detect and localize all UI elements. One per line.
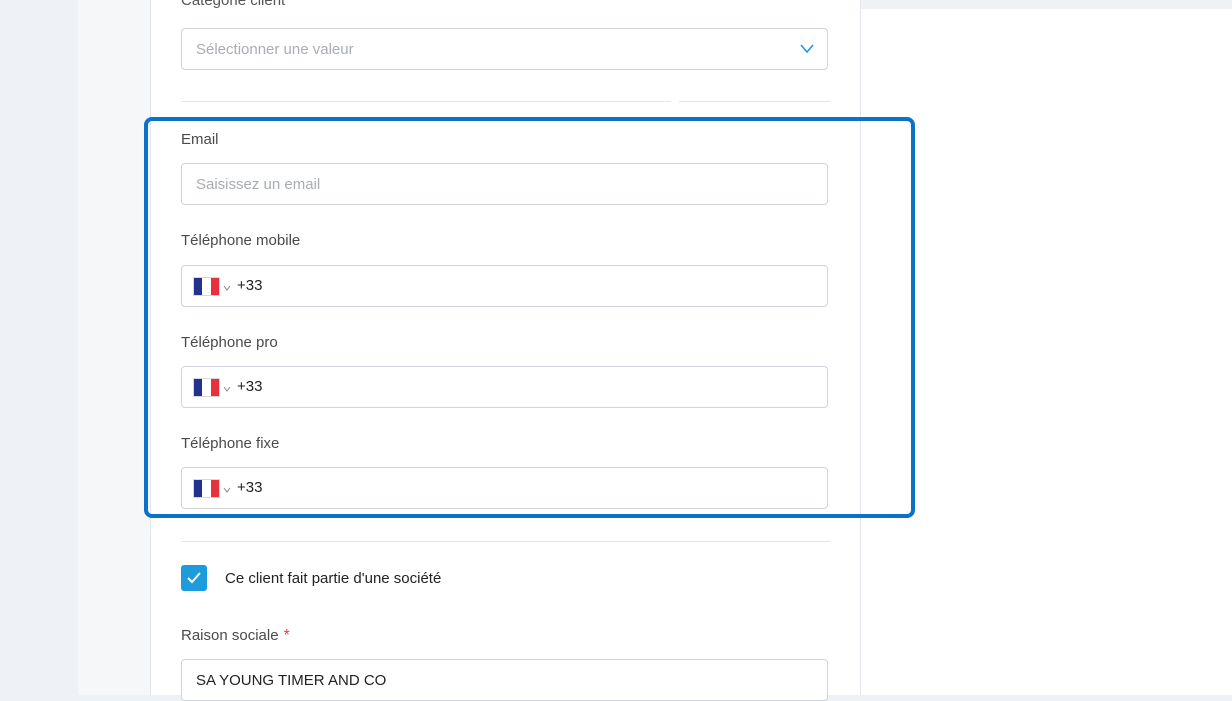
left-gutter: [0, 0, 78, 695]
highlight-box: [144, 117, 915, 518]
section-divider: [181, 101, 671, 102]
categorie-client-label: Catégorie client: [181, 0, 286, 9]
raison-sociale-label: Raison sociale *: [181, 627, 290, 645]
categorie-client-select[interactable]: Sélectionner une valeur: [181, 28, 828, 70]
societe-checkbox[interactable]: [181, 565, 207, 591]
chevron-down-icon: [800, 44, 814, 54]
raison-sociale-label-text: Raison sociale: [181, 627, 279, 644]
checkmark-icon: [187, 572, 201, 584]
societe-checkbox-label[interactable]: Ce client fait partie d'une société: [225, 570, 441, 587]
section-divider: [679, 101, 830, 102]
required-mark: *: [283, 627, 290, 644]
raison-sociale-value: SA YOUNG TIMER AND CO: [196, 672, 387, 689]
right-area: [860, 9, 1232, 695]
section-divider: [181, 541, 830, 542]
categorie-client-placeholder: Sélectionner une valeur: [196, 41, 354, 58]
